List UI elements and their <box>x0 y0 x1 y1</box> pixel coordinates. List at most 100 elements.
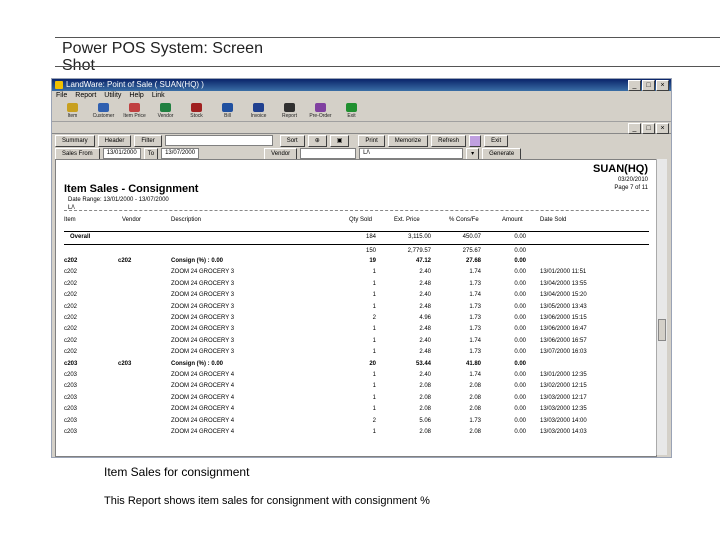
generate-button[interactable]: Generate <box>482 147 522 160</box>
menu-item[interactable]: Report <box>75 91 96 101</box>
header-button[interactable]: Header <box>97 134 132 147</box>
toolbar-icon <box>160 103 171 112</box>
refresh-button[interactable]: Refresh <box>431 134 467 147</box>
row-qty: 1 <box>372 292 376 299</box>
report-title: Item Sales - Consignment <box>64 183 199 195</box>
menu-item[interactable]: Link <box>152 91 165 101</box>
row-cons: 1.73 <box>469 280 481 287</box>
vendor-field[interactable] <box>300 148 357 159</box>
toolbar-button[interactable]: Vendor <box>153 101 178 121</box>
main-toolbar: Item Customer Item Price Vendor Stock Bill Inv… <box>52 101 671 122</box>
maximize-button[interactable]: □ <box>642 80 655 91</box>
close-button[interactable]: × <box>656 80 669 91</box>
col-header-price: Ext. Price <box>394 217 420 223</box>
row-cons: 1.73 <box>469 417 481 424</box>
row-date: 13/06/2000 16:57 <box>540 337 587 344</box>
toolbar-icon <box>346 103 357 112</box>
toolbar-button[interactable]: Customer <box>91 101 116 121</box>
toolbar-button[interactable]: Item Price <box>122 101 147 121</box>
row-desc: ZOOM 24 GROCERY 3 <box>171 303 235 310</box>
row-price: 2.48 <box>419 349 431 356</box>
col-header-date: Date Sold <box>540 217 567 223</box>
date-from-field[interactable]: 13/01/2000 <box>102 148 141 159</box>
menu-item[interactable]: File <box>56 91 67 101</box>
notes-icon[interactable] <box>469 134 482 147</box>
row-amount: 0.00 <box>514 269 526 276</box>
menu-item[interactable]: Utility <box>104 91 121 101</box>
row-qty: 1 <box>372 303 376 310</box>
toolbar-button[interactable]: Exit <box>339 101 364 121</box>
minimize-button[interactable]: _ <box>628 80 641 91</box>
row-item: c203 <box>64 406 78 413</box>
toolbar-icon <box>284 103 295 112</box>
row-desc: ZOOM 24 GROCERY 3 <box>171 326 235 333</box>
row-desc: ZOOM 24 GROCERY 4 <box>171 406 235 413</box>
col-header-qty: Qty Sold <box>349 217 373 223</box>
filter-select[interactable] <box>164 135 273 146</box>
memorize-button[interactable]: Memorize <box>387 134 429 147</box>
row-price: 2.08 <box>419 383 431 390</box>
scrollbar-thumb[interactable] <box>658 319 666 341</box>
toolbar-button[interactable]: Pre-Order <box>308 101 333 121</box>
row-date: 13/04/2000 15:20 <box>540 292 587 299</box>
row-desc: ZOOM 24 GROCERY 4 <box>171 417 235 424</box>
col-header-cons: % Cons/Fe <box>449 217 479 223</box>
toolbar-icon <box>98 103 109 112</box>
report-toolbar: Summary Header Filter Sort ⊕ ▣ Print Mem… <box>52 134 671 147</box>
col-header-amount: Amount <box>502 217 523 223</box>
row-item: c202 <box>64 269 78 276</box>
row-qty: 1 <box>372 280 376 287</box>
slide-title-line1: Power POS System: Screen <box>62 40 263 57</box>
toolbar-label: Stock <box>190 113 203 119</box>
toolbar-label: Exit <box>347 113 356 119</box>
fit-icon[interactable]: ▣ <box>329 134 350 147</box>
overall-cons: 450.07 <box>462 234 481 240</box>
report-minimize-button[interactable]: _ <box>628 123 641 134</box>
row-cons: 2.08 <box>469 383 481 390</box>
menu-item[interactable]: Help <box>129 91 143 101</box>
filter-button[interactable]: Filter <box>134 134 162 147</box>
summary-button[interactable]: Summary <box>55 134 95 147</box>
report-preview: SUAN(HQ) 03/20/2010 Page 7 of 11 Item Sa… <box>55 159 657 457</box>
report-close-button[interactable]: × <box>656 123 669 134</box>
row-price: 2.40 <box>419 269 431 276</box>
row-item: c203 <box>64 372 78 378</box>
row-vendor: c203 <box>118 360 132 367</box>
report-maximize-button[interactable]: □ <box>642 123 655 134</box>
row-amount: 0.00 <box>514 360 526 367</box>
date-to-field[interactable]: 13/07/2000 <box>161 148 200 159</box>
row-date: 13/06/2000 15:15 <box>540 315 587 321</box>
toolbar-icon <box>222 103 233 112</box>
row-desc: ZOOM 24 GROCERY 3 <box>171 337 235 344</box>
row-amount: 0.00 <box>514 406 526 413</box>
row-cons: 2.08 <box>469 406 481 413</box>
row-desc: ZOOM 24 GROCERY 4 <box>171 372 235 378</box>
row-amount: 0.00 <box>514 303 526 310</box>
toolbar-button[interactable]: Invoice <box>246 101 271 121</box>
row-cons: 1.73 <box>469 349 481 356</box>
toolbar-button[interactable]: Bill <box>215 101 240 121</box>
report-print-date: 03/20/2010 <box>617 177 648 183</box>
location-dropdown-icon[interactable]: ▾ <box>466 147 480 160</box>
row-price: 2.08 <box>419 394 431 401</box>
row-price: 2.40 <box>419 292 431 299</box>
row-qty: 1 <box>372 383 376 390</box>
row-price: 53.44 <box>415 360 431 367</box>
caption-description: This Report shows item sales for consign… <box>104 495 430 507</box>
title-rule <box>55 66 720 67</box>
row-amount: 0.00 <box>514 417 526 424</box>
toolbar-button[interactable]: Stock <box>184 101 209 121</box>
toolbar-button[interactable]: Item <box>60 101 85 121</box>
toolbar-button[interactable]: Report <box>277 101 302 121</box>
zoom-icon[interactable]: ⊕ <box>307 134 327 147</box>
sort-button[interactable]: Sort <box>279 134 305 147</box>
print-button[interactable]: Print <box>358 134 385 147</box>
subtotal-price: 2,779.57 <box>407 248 431 254</box>
caption-title: Item Sales for consignment <box>104 465 250 479</box>
subtotal-cons: 275.67 <box>462 248 481 254</box>
row-cons: 1.73 <box>469 315 481 321</box>
exit-button[interactable]: Exit <box>484 134 509 147</box>
location-select[interactable]: L/\ <box>359 148 464 159</box>
row-qty: 1 <box>372 349 376 356</box>
report-scrollbar[interactable] <box>656 159 667 455</box>
